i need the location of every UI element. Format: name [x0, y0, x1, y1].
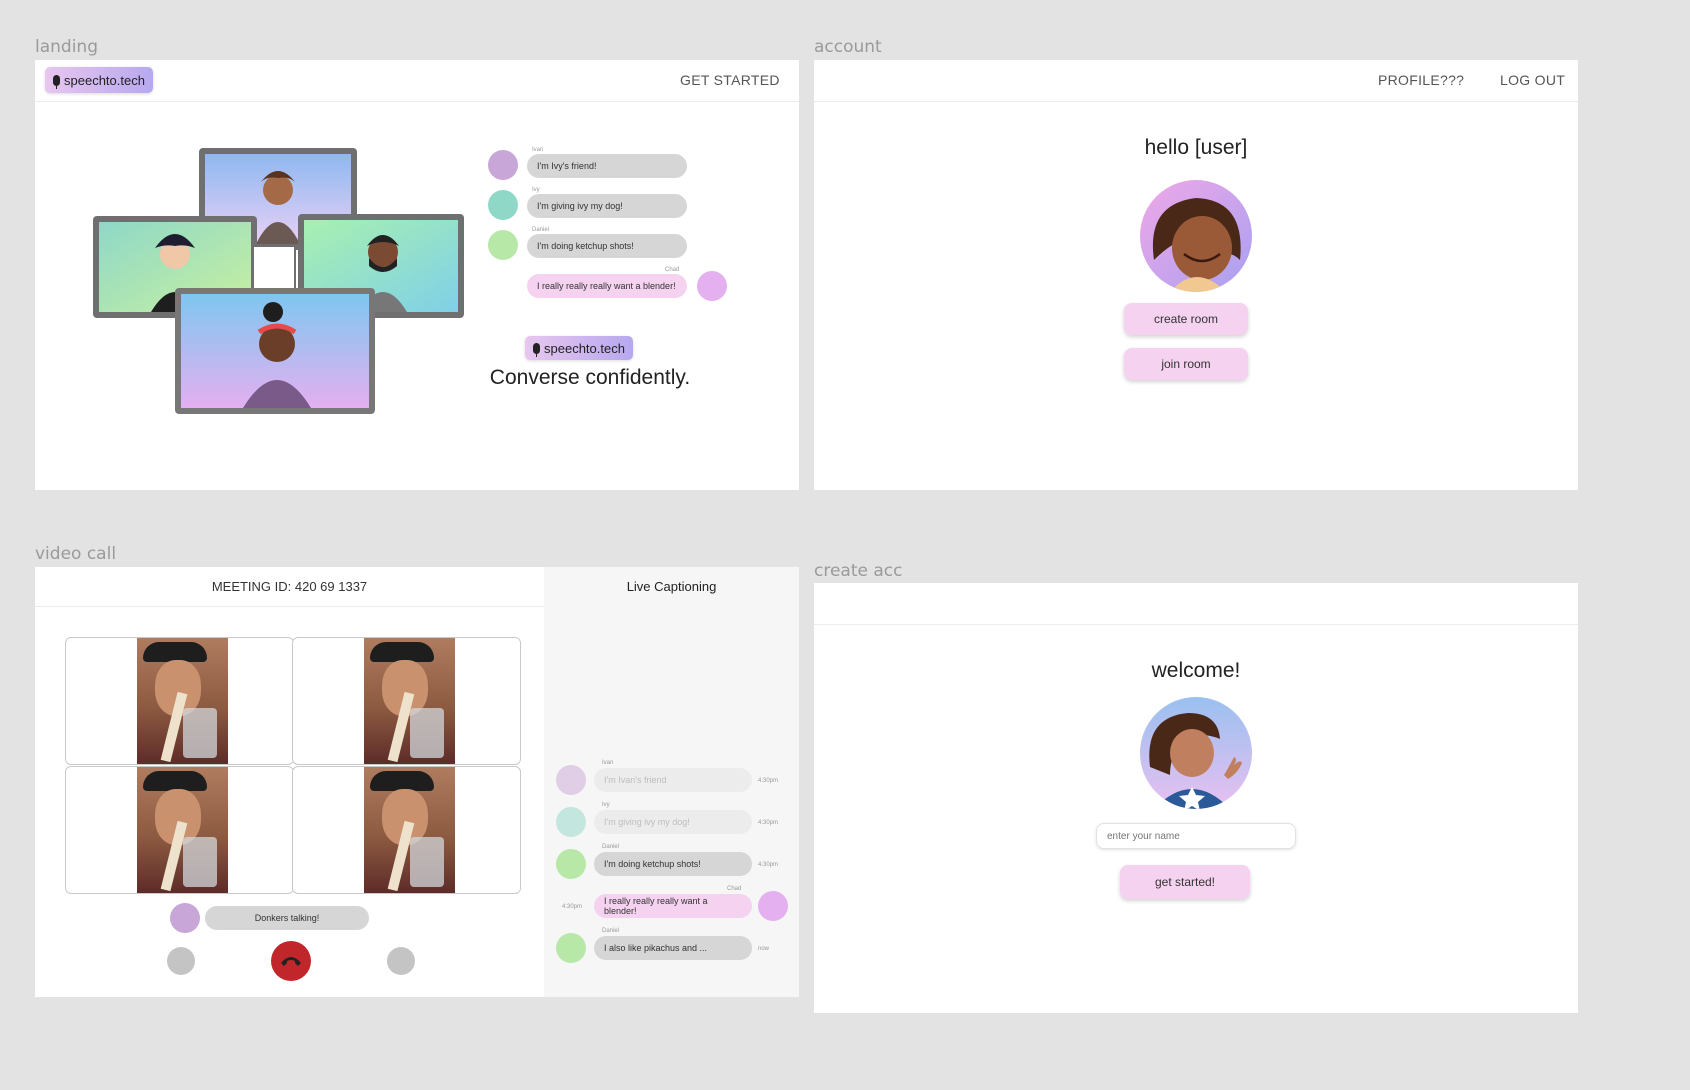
chat-bubble: I'm doing ketchup shots! [527, 234, 687, 258]
participant-video [137, 638, 228, 764]
bubble-name: Daniel [532, 227, 550, 233]
caption-time: 4:30pm [758, 862, 779, 868]
name-input[interactable] [1096, 823, 1296, 849]
landing-frame: speechto.tech GET STARTED Ivan I'm Ivy's… [35, 60, 799, 490]
own-caption-bubble: I really really really want a blender! [594, 894, 752, 918]
new-user-avatar [1140, 697, 1252, 809]
create-acc-frame: welcome! get started! [814, 583, 1578, 1013]
caption-time: 4:30pm [562, 904, 583, 910]
own-chat-bubble: I really really really want a blender! [527, 274, 687, 298]
hang-up-icon [281, 957, 301, 966]
video-tile[interactable] [65, 766, 294, 894]
get-started-button[interactable]: get started! [1120, 865, 1250, 899]
bubble-name: Ivy [602, 802, 610, 808]
participant-video [364, 638, 455, 764]
caption-bubble: I'm Ivan's friend [594, 768, 752, 792]
live-captioning-panel: Live Captioning Ivan I'm Ivan's friend 4… [544, 567, 799, 997]
mute-button[interactable] [167, 947, 195, 975]
caption-time: now [758, 946, 770, 952]
camera-button[interactable] [387, 947, 415, 975]
account-topbar: PROFILE??? LOG OUT [814, 60, 1578, 102]
avatar [488, 190, 518, 220]
captions-title: Live Captioning [626, 579, 717, 594]
participant-video [364, 767, 455, 893]
get-started-link[interactable]: GET STARTED [680, 72, 780, 88]
mic-icon [53, 74, 60, 89]
video-call-frame: MEETING ID: 420 69 1337 Donkers talking!… [35, 567, 799, 997]
avatar [556, 849, 586, 879]
hero-illustration [93, 148, 468, 423]
greeting: hello [user] [1144, 136, 1248, 159]
frame-label-video-call: video call [35, 544, 117, 564]
bubble-name: Ivan [602, 760, 614, 766]
frame-label-account: account [814, 37, 882, 57]
avatar [488, 230, 518, 260]
caption-bubble: I'm giving ivy my dog! [594, 810, 752, 834]
create-room-button[interactable]: create room [1124, 303, 1248, 335]
create-acc-topbar [814, 583, 1578, 625]
chat-bubble: I'm Ivy's friend! [527, 154, 687, 178]
avatar [556, 933, 586, 963]
tagline: Converse confidently. [489, 366, 691, 389]
logout-link[interactable]: LOG OUT [1500, 72, 1565, 88]
logo-text: speechto.tech [64, 72, 145, 88]
account-frame: PROFILE??? LOG OUT hello [user] create r… [814, 60, 1578, 490]
bubble-name: Chad [727, 886, 742, 892]
avatar [488, 150, 518, 180]
caption-bubble: I'm doing ketchup shots! [594, 852, 752, 876]
avatar [697, 271, 727, 301]
profile-link[interactable]: PROFILE??? [1378, 72, 1464, 88]
meeting-header: MEETING ID: 420 69 1337 [35, 567, 544, 607]
speaker-status: Donkers talking! [205, 906, 369, 930]
meeting-panel: MEETING ID: 420 69 1337 Donkers talking! [35, 567, 544, 997]
video-tile[interactable] [292, 637, 521, 765]
frame-label-create-acc: create acc [814, 561, 903, 581]
caption-bubble: I also like pikachus and ... [594, 936, 752, 960]
brand-pill: speechto.tech [525, 336, 633, 360]
video-tile[interactable] [65, 637, 294, 765]
join-room-button[interactable]: join room [1124, 348, 1248, 380]
avatar [556, 807, 586, 837]
bubble-name: Daniel [602, 844, 620, 850]
bubble-name: Ivan [532, 147, 544, 153]
mic-icon [533, 342, 540, 357]
video-tile[interactable] [292, 766, 521, 894]
bubble-name: Daniel [602, 928, 620, 934]
participant-video [137, 767, 228, 893]
logo[interactable]: speechto.tech [45, 67, 153, 93]
end-call-button[interactable] [271, 941, 311, 981]
landing-topbar: speechto.tech GET STARTED [35, 60, 799, 102]
avatar [758, 891, 788, 921]
user-avatar [1140, 180, 1252, 292]
welcome-heading: welcome! [1151, 659, 1241, 682]
speaker-avatar [170, 903, 200, 933]
caption-time: 4:30pm [758, 778, 779, 784]
frame-label-landing: landing [35, 37, 98, 57]
bubble-name: Chad [665, 267, 680, 273]
caption-time: 4:30pm [758, 820, 779, 826]
chat-bubble: I'm giving ivy my dog! [527, 194, 687, 218]
avatar [556, 765, 586, 795]
meeting-id: MEETING ID: 420 69 1337 [211, 579, 368, 594]
bubble-name: Ivy [532, 187, 540, 193]
brand-pill-text: speechto.tech [544, 340, 625, 356]
